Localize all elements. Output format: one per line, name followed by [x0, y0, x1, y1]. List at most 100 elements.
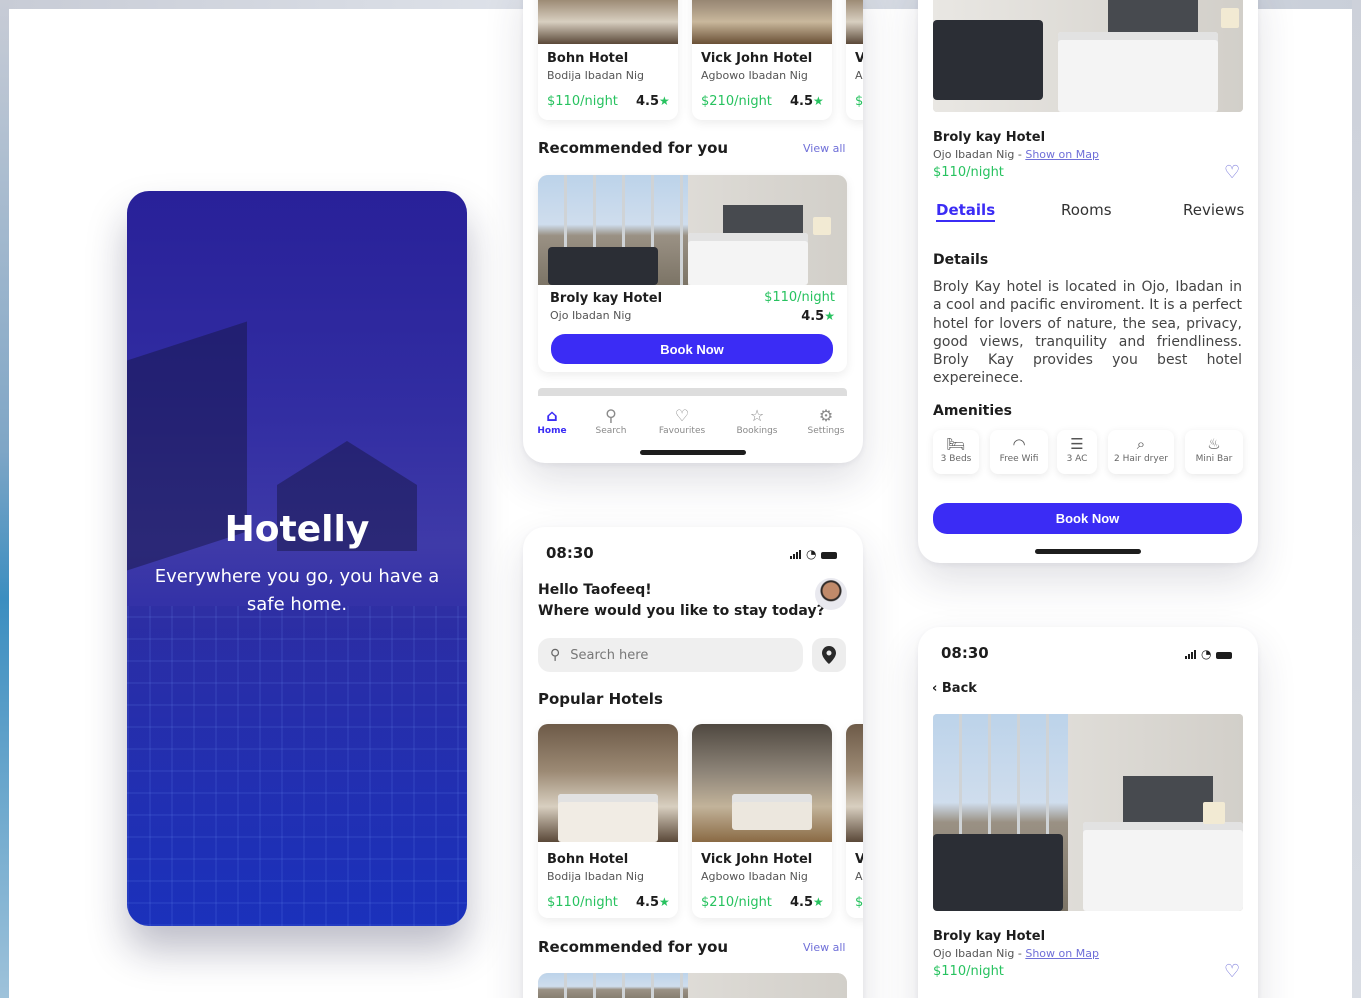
- show-on-map-link[interactable]: Show on Map: [1025, 947, 1099, 960]
- signal-icon: [790, 549, 801, 559]
- search-input[interactable]: ⚲ Search here: [538, 638, 803, 672]
- hotel-location: A: [855, 69, 863, 82]
- popular-photo-vick: [692, 724, 832, 842]
- hotel-name: Bohn Hotel: [547, 852, 629, 867]
- book-now-button[interactable]: Book Now: [933, 503, 1242, 534]
- signal-icon: [1185, 649, 1196, 659]
- hotel-name: Vick John Hotel: [701, 852, 813, 867]
- mini-bar-icon: ♨: [1207, 435, 1221, 453]
- view-all-link[interactable]: View all: [803, 941, 845, 954]
- popular-card-partial[interactable]: V A $: [846, 724, 863, 918]
- details-title: Details: [933, 252, 989, 268]
- recommended-photo: [538, 175, 847, 285]
- amenity-mini-bar: ♨ Mini Bar: [1185, 430, 1243, 474]
- status-time: 08:30: [546, 544, 594, 562]
- hotel-price: $210/night: [701, 94, 772, 109]
- amenity-hair-dryer: ⌕ 2 Hair dryer: [1108, 430, 1174, 474]
- tab-favourites[interactable]: ♡ Favourites: [647, 406, 717, 436]
- book-now-button[interactable]: Book Now: [551, 334, 833, 364]
- tab-details[interactable]: Details: [936, 201, 996, 222]
- recommended-title: Recommended for you: [538, 139, 729, 157]
- tab-search[interactable]: ⚲ Search: [576, 406, 646, 436]
- splash-tagline: Everywhere you go, you have a safe home.: [154, 566, 440, 615]
- recommended-card[interactable]: Broly kay Hotel Ojo Ibadan Nig $110/nigh…: [538, 175, 847, 372]
- wifi-icon: ◠: [1012, 435, 1026, 453]
- hotel-rating: 4.5★: [801, 309, 835, 324]
- hotel-location: A: [855, 870, 863, 883]
- popular-card-vick[interactable]: Vick John Hotel Agbowo Ibadan Nig $210/n…: [692, 0, 832, 120]
- amenities-title: Amenities: [933, 403, 1013, 419]
- star-icon: ★: [813, 94, 824, 108]
- greeting-question: Where would you like to stay today?: [538, 603, 825, 619]
- home-indicator: [1035, 549, 1141, 554]
- tab-settings[interactable]: ⚙ Settings: [791, 406, 861, 436]
- hair-dryer-icon: ⌕: [1136, 435, 1146, 453]
- splash-screen: Hotelly Everywhere you go, you have a sa…: [127, 191, 467, 926]
- view-all-link[interactable]: View all: [803, 142, 845, 155]
- hotel-price: $110/night: [933, 964, 1004, 979]
- battery-icon: [1216, 652, 1233, 659]
- hotel-rating: 4.5★: [636, 895, 670, 910]
- popular-photo-bohn: [538, 0, 678, 44]
- recommended-photo-peek: [538, 973, 847, 998]
- hotel-location: Bodija Ibadan Nig: [547, 69, 645, 82]
- hotel-location: Ojo Ibadan Nig - Show on Map: [933, 947, 1099, 960]
- popular-photo-vick: [692, 0, 832, 44]
- hotel-location: Agbowo Ibadan Nig: [701, 69, 808, 82]
- battery-icon: [821, 552, 838, 559]
- hotel-photo: [933, 714, 1243, 911]
- amenity-beds: 🛏︎ 3 Beds: [933, 430, 979, 474]
- hotel-rating: 4.5★: [636, 94, 670, 109]
- splash-title: Hotelly: [224, 509, 370, 550]
- popular-card-bohn[interactable]: Bohn Hotel Bodija Ibadan Nig $110/night …: [538, 724, 678, 918]
- wifi-icon: ◔: [806, 547, 817, 561]
- status-time: 08:30: [941, 644, 989, 662]
- ac-icon: ☰: [1070, 435, 1084, 453]
- status-icons: ◔: [790, 547, 838, 561]
- search-placeholder: Search here: [570, 647, 649, 663]
- gear-icon: ⚙: [818, 406, 834, 425]
- popular-card-bohn[interactable]: Bohn Hotel Bodija Ibadan Nig $110/night …: [538, 0, 678, 120]
- backdrop-edge-left: [0, 0, 9, 998]
- favourite-heart-icon[interactable]: ♡: [1224, 963, 1240, 981]
- avatar[interactable]: [815, 578, 847, 610]
- amenity-wifi: ◠ Free Wifi: [990, 430, 1048, 474]
- back-button[interactable]: ‹ Back: [932, 681, 977, 696]
- map-pin-button[interactable]: [812, 638, 846, 672]
- home-screen-bottom: 08:30 ◔ Hello Taofeeq! Where would you l…: [523, 527, 863, 998]
- hotel-location: Ojo Ibadan Nig: [550, 309, 632, 322]
- amenity-ac: ☰ 3 AC: [1057, 430, 1097, 474]
- hotel-name: Broly kay Hotel: [550, 291, 663, 306]
- popular-card-vick[interactable]: Vick John Hotel Agbowo Ibadan Nig $210/n…: [692, 724, 832, 918]
- chevron-left-icon: ‹: [932, 681, 938, 696]
- popular-photo-partial: [846, 0, 863, 44]
- tab-rooms[interactable]: Rooms: [1061, 201, 1112, 219]
- hotel-price: $: [855, 895, 863, 910]
- detail-screen-bottom: 08:30 ◔ ‹ Back Broly kay Hotel Ojo Ibada…: [918, 627, 1258, 998]
- hotel-name: V: [855, 852, 863, 867]
- tab-bookings[interactable]: ☆ Bookings: [722, 406, 792, 436]
- search-icon: ⚲: [605, 406, 617, 425]
- popular-photo-bohn: [538, 724, 678, 842]
- hotel-name: Broly kay Hotel: [933, 929, 1046, 944]
- hotel-name: Broly kay Hotel: [933, 130, 1046, 145]
- hotel-location: Ojo Ibadan Nig - Show on Map: [933, 148, 1099, 161]
- greeting: Hello Taofeeq!: [538, 582, 652, 598]
- details-description: Broly Kay hotel is located in Ojo, Ibada…: [933, 279, 1242, 387]
- hotel-name: Bohn Hotel: [547, 51, 629, 66]
- hotel-rating: 4.5★: [790, 94, 824, 109]
- star-icon: ★: [824, 309, 835, 323]
- location-pin-icon: [822, 646, 836, 664]
- detail-screen-top: Broly kay Hotel Ojo Ibadan Nig - Show on…: [918, 0, 1258, 563]
- popular-title: Popular Hotels: [538, 690, 663, 708]
- hotel-price: $110/night: [933, 165, 1004, 180]
- popular-photo-partial: [846, 724, 863, 842]
- home-screen-top: Bohn Hotel Bodija Ibadan Nig $110/night …: [523, 0, 863, 463]
- popular-card-partial[interactable]: V A $: [846, 0, 863, 120]
- show-on-map-link[interactable]: Show on Map: [1025, 148, 1099, 161]
- tab-reviews[interactable]: Reviews: [1183, 201, 1244, 219]
- star-icon: ★: [659, 895, 670, 909]
- favourite-heart-icon[interactable]: ♡: [1224, 164, 1240, 182]
- heart-icon: ♡: [674, 406, 690, 425]
- star-icon: ☆: [749, 406, 765, 425]
